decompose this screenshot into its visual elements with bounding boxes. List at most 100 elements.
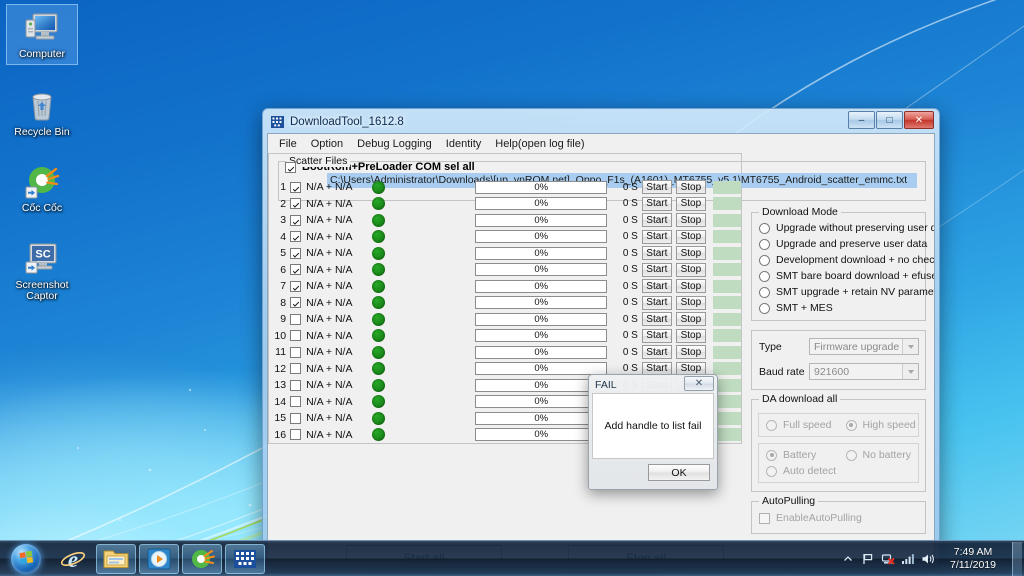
row-checkbox[interactable] [290, 297, 302, 309]
radio-download-mode-0[interactable] [759, 222, 770, 234]
desktop-icon-recycle-bin[interactable]: Recycle Bin [6, 83, 78, 142]
row-checkbox[interactable] [290, 247, 302, 259]
row-start-button[interactable]: Start [641, 213, 672, 228]
desktop-icon-coccoc[interactable]: Cốc Cốc [6, 159, 78, 218]
show-desktop-button[interactable] [1012, 541, 1022, 576]
close-icon[interactable]: ✕ [684, 376, 714, 391]
row-checkbox[interactable] [290, 346, 302, 358]
network-error-icon[interactable] [878, 552, 898, 566]
radio-no-battery[interactable] [845, 449, 857, 461]
taskbar-item-coccoc[interactable] [182, 543, 222, 574]
row-checkbox[interactable] [290, 181, 302, 193]
fail-dialog-ok-button[interactable]: OK [648, 464, 710, 481]
signal-bars-icon[interactable] [898, 552, 918, 566]
download-mode-option[interactable]: Upgrade and preserve user data [752, 236, 927, 252]
autopulling-row[interactable]: EnableAutoPulling [752, 510, 925, 526]
row-checkbox[interactable] [290, 379, 302, 391]
download-mode-option[interactable]: Upgrade without preserving user data [752, 220, 934, 236]
action-center-flag-icon[interactable] [858, 552, 878, 566]
row-checkbox[interactable] [290, 429, 302, 441]
radio-battery[interactable] [766, 449, 777, 461]
taskbar-item-internet-explorer[interactable]: e [53, 544, 93, 574]
select-all-checkbox[interactable] [285, 161, 296, 173]
download-mode-option[interactable]: SMT + MES [752, 300, 925, 316]
row-com-port: N/A + N/A [306, 197, 353, 210]
taskbar-item-downloadtool[interactable] [225, 543, 265, 574]
row-checkbox[interactable] [290, 280, 302, 292]
chevron-down-icon[interactable] [902, 339, 918, 354]
menu-item-debug-logging[interactable]: Debug Logging [350, 136, 439, 152]
chevron-down-icon[interactable] [902, 364, 918, 379]
row-start-button[interactable]: Start [641, 262, 672, 277]
row-start-button[interactable]: Start [641, 180, 672, 195]
desktop-icon-screenshot-captor[interactable]: SC Screenshot Captor [6, 236, 78, 306]
radio-high-speed[interactable] [845, 419, 857, 431]
start-button[interactable] [2, 542, 50, 576]
window-titlebar[interactable]: DownloadTool_1612.8 – □ ✕ [267, 111, 935, 133]
da-speed-high[interactable]: High speed [839, 417, 919, 433]
clock[interactable]: 7:49 AM 7/11/2019 [938, 546, 1008, 572]
row-stop-button[interactable]: Stop [675, 295, 706, 310]
download-mode-option[interactable]: SMT bare board download + efuse [752, 268, 934, 284]
row-start-button[interactable]: Start [641, 295, 672, 310]
row-start-button[interactable]: Start [641, 196, 672, 211]
download-mode-option[interactable]: Development download + no checksum [752, 252, 934, 268]
volume-speaker-icon[interactable] [918, 552, 938, 566]
row-stop-button[interactable]: Stop [675, 246, 706, 261]
type-select[interactable]: Firmware upgrade [809, 338, 919, 355]
row-start-button[interactable]: Start [641, 229, 672, 244]
row-stop-button[interactable]: Stop [675, 213, 706, 228]
row-checkbox[interactable] [290, 264, 302, 276]
row-checkbox[interactable] [290, 313, 302, 325]
row-stop-button[interactable]: Stop [675, 345, 706, 360]
row-progress-text: 0% [534, 429, 549, 441]
fail-dialog[interactable]: FAIL ✕ Add handle to list fail OK [588, 374, 718, 490]
radio-download-mode-5[interactable] [759, 302, 770, 314]
radio-full-speed[interactable] [766, 419, 777, 431]
radio-auto-detect[interactable] [766, 465, 777, 477]
radio-download-mode-4[interactable] [759, 286, 770, 298]
row-stop-button[interactable]: Stop [675, 180, 706, 195]
row-stop-button[interactable]: Stop [675, 328, 706, 343]
menu-item-file[interactable]: File [272, 136, 304, 152]
desktop-icon-computer[interactable]: Computer [6, 4, 78, 65]
row-start-button[interactable]: Start [641, 246, 672, 261]
taskbar-item-windows-explorer[interactable] [96, 543, 136, 574]
da-speed-full[interactable]: Full speed [759, 417, 839, 433]
close-button[interactable]: ✕ [904, 111, 934, 129]
menu-item-identity[interactable]: Identity [439, 136, 488, 152]
baud-rate-select[interactable]: 921600 [809, 363, 919, 380]
row-stop-button[interactable]: Stop [675, 279, 706, 294]
row-start-button[interactable]: Start [641, 345, 672, 360]
row-start-button[interactable]: Start [641, 279, 672, 294]
download-mode-option[interactable]: SMT upgrade + retain NV parameters [752, 284, 934, 300]
da-auto-detect[interactable]: Auto detect [759, 463, 918, 479]
menu-item-option[interactable]: Option [304, 136, 350, 152]
show-hidden-icons-arrow[interactable] [838, 553, 858, 565]
da-no-battery[interactable]: No battery [839, 447, 919, 463]
taskbar-item-media-player[interactable] [139, 543, 179, 574]
maximize-button[interactable]: □ [876, 111, 903, 129]
row-stop-button[interactable]: Stop [675, 196, 706, 211]
radio-download-mode-1[interactable] [759, 238, 770, 250]
row-checkbox[interactable] [290, 363, 302, 375]
da-battery[interactable]: Battery [759, 447, 839, 463]
row-checkbox[interactable] [290, 396, 302, 408]
radio-download-mode-2[interactable] [759, 254, 770, 266]
row-start-button[interactable]: Start [641, 312, 672, 327]
row-checkbox[interactable] [290, 412, 302, 424]
fail-dialog-titlebar[interactable]: FAIL ✕ [592, 376, 714, 393]
minimize-button[interactable]: – [848, 111, 875, 129]
radio-download-mode-3[interactable] [759, 270, 770, 282]
row-start-button[interactable]: Start [641, 328, 672, 343]
menu-item-help[interactable]: Help(open log file) [488, 136, 591, 152]
row-stop-button[interactable]: Stop [675, 312, 706, 327]
row-checkbox[interactable] [290, 198, 302, 210]
downloadtool-window[interactable]: DownloadTool_1612.8 – □ ✕ File Option De… [262, 108, 940, 566]
row-stop-button[interactable]: Stop [675, 229, 706, 244]
enable-autopulling-checkbox[interactable] [759, 512, 770, 524]
row-checkbox[interactable] [290, 214, 302, 226]
row-checkbox[interactable] [290, 330, 302, 342]
row-checkbox[interactable] [290, 231, 302, 243]
row-stop-button[interactable]: Stop [675, 262, 706, 277]
